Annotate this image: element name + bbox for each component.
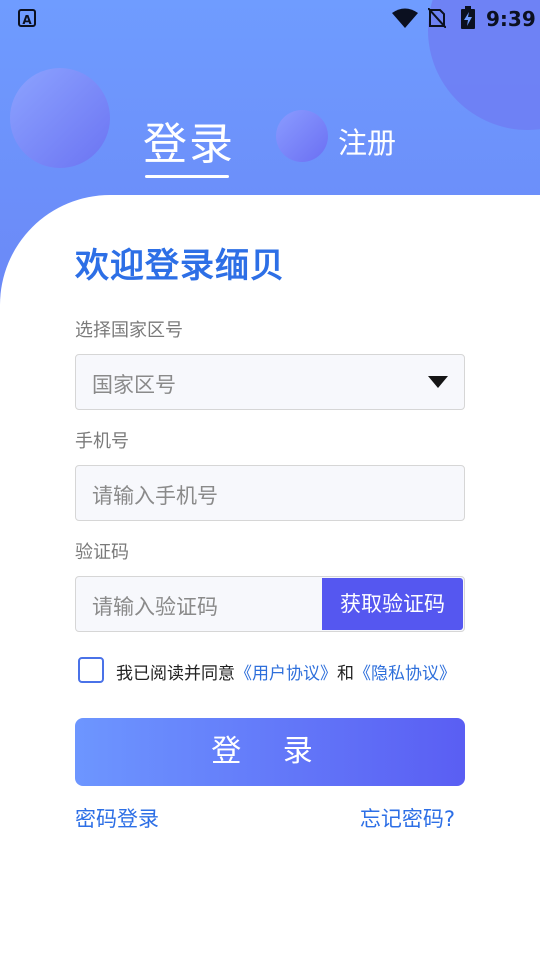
phone-input[interactable]: 请输入手机号 xyxy=(75,465,465,521)
login-button[interactable]: 登 录 xyxy=(75,718,465,786)
dropdown-arrow-icon xyxy=(428,376,448,388)
agreement-text: 我已阅读并同意《用户协议》和《隐私协议》 xyxy=(116,659,456,684)
agreement-and: 和 xyxy=(337,664,354,684)
tab-login[interactable]: 登录 xyxy=(143,108,235,172)
country-code-select[interactable]: 国家区号 xyxy=(75,354,465,410)
phone-placeholder: 请输入手机号 xyxy=(92,484,218,508)
verification-code-input[interactable]: 请输入验证码 获取验证码 xyxy=(75,576,465,632)
forgot-password-link[interactable]: 忘记密码? xyxy=(360,803,455,833)
code-placeholder: 请输入验证码 xyxy=(92,595,218,619)
get-code-button[interactable]: 获取验证码 xyxy=(322,578,463,630)
decor-bubble xyxy=(276,110,328,162)
tab-login-indicator xyxy=(145,175,229,178)
status-bar: A 9:39 xyxy=(0,0,540,36)
no-sim-icon xyxy=(428,8,446,28)
app-notification-icon: A xyxy=(18,9,36,27)
user-agreement-link[interactable]: 《用户协议》 xyxy=(235,664,337,684)
battery-charging-icon xyxy=(461,6,475,29)
country-label: 选择国家区号 xyxy=(75,320,183,341)
decor-bubble xyxy=(10,68,110,168)
status-time: 9:39 xyxy=(486,7,536,31)
agreement-prefix: 我已阅读并同意 xyxy=(116,664,235,684)
code-label: 验证码 xyxy=(75,542,129,563)
phone-label: 手机号 xyxy=(75,431,129,452)
privacy-agreement-link[interactable]: 《隐私协议》 xyxy=(354,664,456,684)
country-code-placeholder: 国家区号 xyxy=(92,373,176,397)
tab-register[interactable]: 注册 xyxy=(338,120,396,162)
password-login-link[interactable]: 密码登录 xyxy=(75,803,159,833)
wifi-icon xyxy=(392,8,418,28)
page-title: 欢迎登录缅贝 xyxy=(75,246,285,286)
agreement-checkbox[interactable] xyxy=(78,657,104,683)
